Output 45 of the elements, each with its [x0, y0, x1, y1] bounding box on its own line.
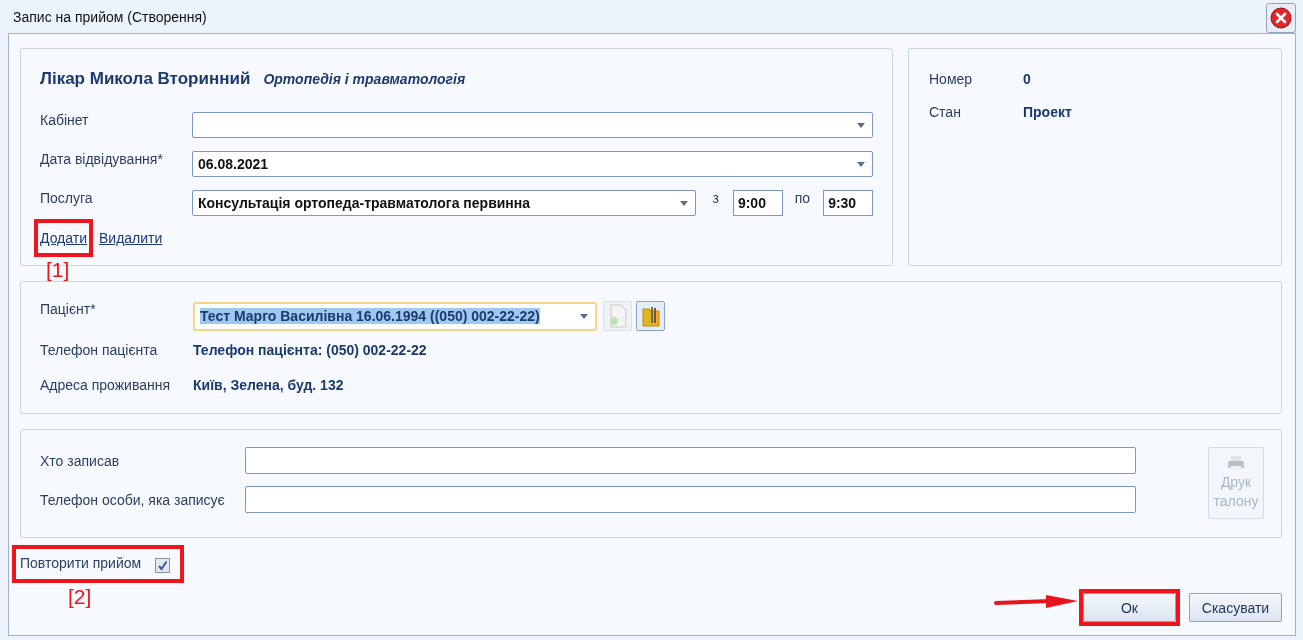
- status-value: Проект: [1023, 104, 1072, 122]
- callout-label: [1]: [46, 258, 70, 282]
- caret-icon: [857, 122, 865, 128]
- caret-icon: [580, 313, 588, 319]
- close-icon: [1270, 6, 1292, 29]
- caret-icon: [857, 161, 865, 167]
- checkbox-label: Повторити прийом: [20, 555, 142, 571]
- field-value: Телефон пацієнта: (050) 002-22-22: [193, 341, 427, 358]
- close-button[interactable]: [1266, 2, 1296, 33]
- folder-button[interactable]: [636, 301, 665, 331]
- field-label: Дата відвідування*: [40, 151, 164, 167]
- window-title: Запис на прийом (Створення): [13, 8, 207, 25]
- to-label: по: [794, 190, 811, 206]
- document-icon: [607, 304, 628, 328]
- status-label: Номер: [929, 71, 974, 89]
- dropdown-field[interactable]: 06.08.2021: [192, 151, 873, 177]
- start-time-field[interactable]: 9:00: [732, 190, 783, 216]
- printer-icon: [1227, 455, 1245, 471]
- input-field[interactable]: [245, 447, 1136, 474]
- link[interactable]: Видалити: [99, 230, 163, 246]
- specialty-text: Ортопедія і травматологія: [263, 71, 466, 87]
- field-label: Пацієнт*: [40, 301, 97, 317]
- dropdown-field[interactable]: [192, 112, 873, 138]
- input-field[interactable]: [245, 486, 1136, 513]
- field-value: Київ, Зелена, буд. 132: [193, 376, 344, 393]
- doctor-name: Лікар Микола Вторинний: [40, 69, 251, 89]
- dialog-button[interactable]: Ок: [1083, 593, 1176, 622]
- status-value: 0: [1023, 71, 1031, 89]
- patient-dropdown[interactable]: Тест Марго Василівна 16.06.1994 ((050) 002-22-22): [193, 301, 597, 331]
- folder-icon: [640, 305, 661, 327]
- field-label: Телефон пацієнта: [40, 341, 159, 358]
- status-label: Стан: [929, 104, 962, 122]
- field-label: Телефон особи, яка записує: [40, 491, 226, 508]
- field-label: Адреса проживання: [40, 376, 172, 393]
- field-label: Послуга: [40, 190, 94, 206]
- link[interactable]: Додати: [40, 230, 87, 246]
- field-label: Хто записав: [40, 452, 121, 469]
- caret-icon: [680, 200, 689, 206]
- callout-label: [2]: [68, 585, 92, 609]
- from-label: з: [712, 190, 719, 206]
- dialog-button[interactable]: Скасувати: [1189, 593, 1282, 622]
- service-dropdown[interactable]: Консультація ортопеда-травматолога первинна: [192, 190, 697, 216]
- end-time-field[interactable]: 9:30: [823, 190, 873, 216]
- field-label: Кабінет: [40, 112, 90, 128]
- checkbox[interactable]: [155, 557, 171, 573]
